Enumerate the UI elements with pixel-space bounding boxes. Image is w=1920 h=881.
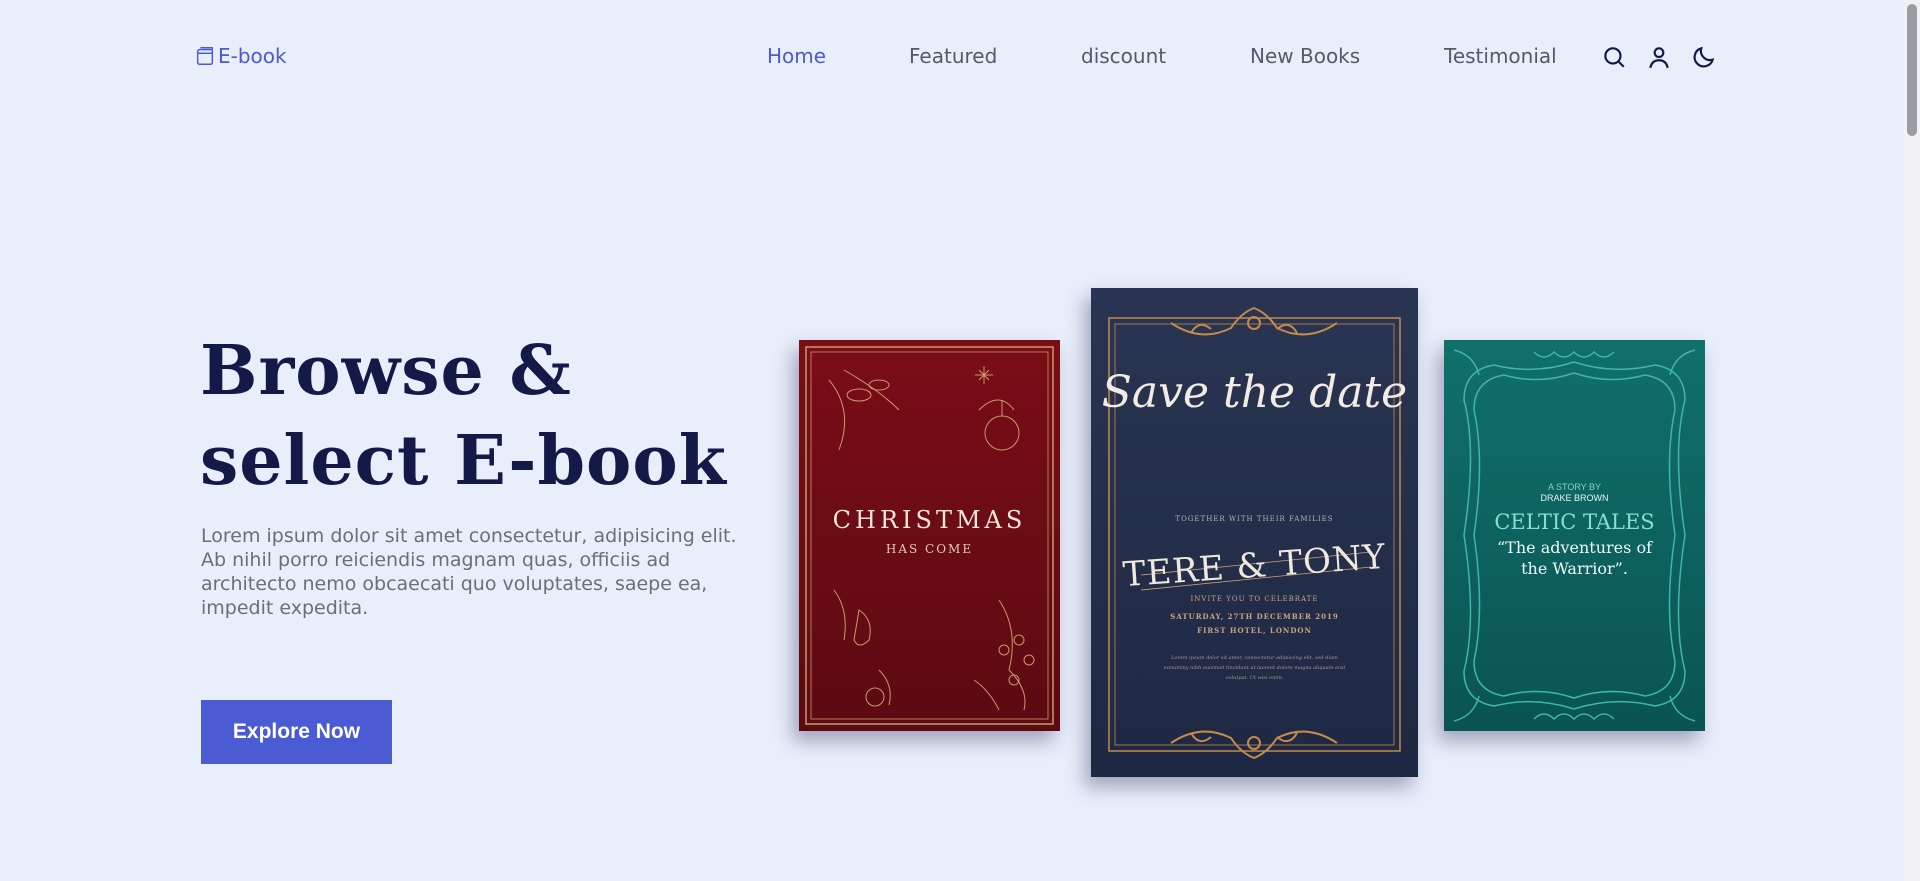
book-cover-celtic-tales[interactable]: A STORY BY DRAKE BROWN CELTIC TALES “The… [1444,340,1705,731]
christmas-subtitle: HAS COME [885,542,974,556]
moon-icon [1693,46,1715,68]
save-the-date-script: Save the date [1101,367,1408,418]
nav-discount[interactable]: discount [1081,44,1166,68]
christmas-ornament-frame [805,346,1054,725]
search-icon [1604,47,1625,68]
theme-toggle-button[interactable] [1691,44,1717,70]
celtic-ornament-frame [1453,349,1696,722]
celtic-tales-title: CELTIC TALES [1494,510,1655,534]
save-the-date-frame [1108,306,1401,760]
hero-description: Lorem ipsum dolor sit amet consectetur, … [201,525,737,619]
hero-title: Browse & select E-book [200,326,760,506]
book-author: DRAKE BROWN [1540,493,1609,503]
logo-link[interactable]: E-book [194,44,287,68]
page-scrollbar[interactable] [1904,0,1920,881]
book-icon [196,47,214,65]
event-venue: FIRST HOTEL, LONDON [1197,626,1312,635]
search-button[interactable] [1601,44,1627,70]
explore-now-button[interactable]: Explore Now [201,700,392,764]
page: E-book Home Featured discount New Books … [0,0,1904,881]
user-icon [1649,47,1669,69]
logo-text: E-book [218,44,287,68]
christmas-title: CHRISTMAS [832,506,1027,534]
event-date: SATURDAY, 27TH DECEMBER 2019 [1170,612,1339,621]
nav-testimonial[interactable]: Testimonial [1444,44,1557,68]
nav-home[interactable]: Home [767,44,826,68]
together-text: TOGETHER WITH THEIR FAMILIES [1175,515,1334,523]
hero-title-line-2: select E-book [200,421,727,501]
scrollbar-thumb[interactable] [1907,4,1917,136]
hero-title-line-1: Browse & [200,331,572,411]
book-cover-christmas[interactable]: CHRISTMAS HAS COME [799,340,1060,731]
user-button[interactable] [1646,44,1672,70]
story-by-label: A STORY BY [1547,482,1602,492]
invite-text: INVITE YOU TO CELEBRATE [1190,595,1319,603]
celtic-tales-subtitle: “The adventures of the Warrior”. [1496,538,1652,578]
invite-body-text: Lorem ipsum dolor sit amet, consectetur … [1163,655,1346,681]
nav-featured[interactable]: Featured [909,44,997,68]
book-cover-save-the-date[interactable]: Save the date TOGETHER WITH THEIR FAMILI… [1091,288,1418,777]
nav-new-books[interactable]: New Books [1250,44,1360,68]
